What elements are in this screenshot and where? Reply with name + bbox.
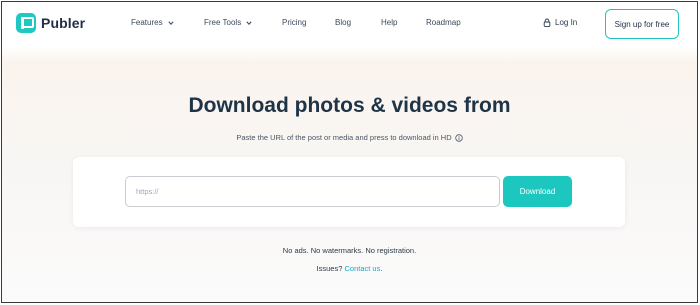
nav-item-label: Free Tools: [204, 18, 242, 27]
tagline: No ads. No watermarks. No registration.: [282, 246, 417, 255]
nav-item-label: Help: [381, 18, 398, 27]
top-nav: Publer Features Free Tools Pricing Blog …: [2, 2, 697, 46]
issues-suffix: .: [380, 264, 383, 273]
hero-subtitle-text: Paste the URL of the post or media and p…: [236, 133, 452, 142]
chevron-down-icon: [246, 20, 252, 26]
issues-line: Issues? Contact us.: [2, 264, 697, 273]
brand-logo[interactable]: Publer: [16, 13, 85, 33]
publer-logo-icon: [16, 13, 36, 33]
nav-item-roadmap[interactable]: Roadmap: [426, 18, 461, 27]
hero-subtitle: Paste the URL of the post or media and p…: [2, 133, 697, 142]
contact-us-link[interactable]: Contact us: [344, 264, 380, 273]
nav-item-pricing[interactable]: Pricing: [282, 18, 306, 27]
nav-item-free-tools[interactable]: Free Tools: [204, 18, 252, 27]
nav-item-label: Pricing: [282, 18, 307, 27]
nav-item-label: Features: [131, 18, 163, 27]
nav-item-label: Roadmap: [426, 18, 461, 27]
brand-name: Publer: [41, 15, 86, 31]
url-input[interactable]: [125, 176, 500, 207]
login-label: Log In: [555, 18, 578, 27]
nav-item-blog[interactable]: Blog: [335, 18, 351, 27]
page-frame: Publer Features Free Tools Pricing Blog …: [1, 1, 698, 303]
download-button[interactable]: Download: [503, 176, 572, 207]
nav-item-label: Blog: [335, 18, 352, 27]
chevron-down-icon: [167, 20, 174, 26]
signup-button[interactable]: Sign up for free: [605, 9, 679, 39]
nav-item-features[interactable]: Features: [131, 18, 174, 27]
info-icon[interactable]: [454, 133, 463, 142]
login-link[interactable]: Log In: [543, 18, 577, 27]
page-title: Download photos & videos from: [188, 94, 511, 117]
issues-prefix: Issues?: [316, 264, 345, 273]
download-card: Download: [73, 157, 625, 227]
nav-item-help[interactable]: Help: [381, 18, 397, 27]
lock-icon: [543, 18, 551, 27]
